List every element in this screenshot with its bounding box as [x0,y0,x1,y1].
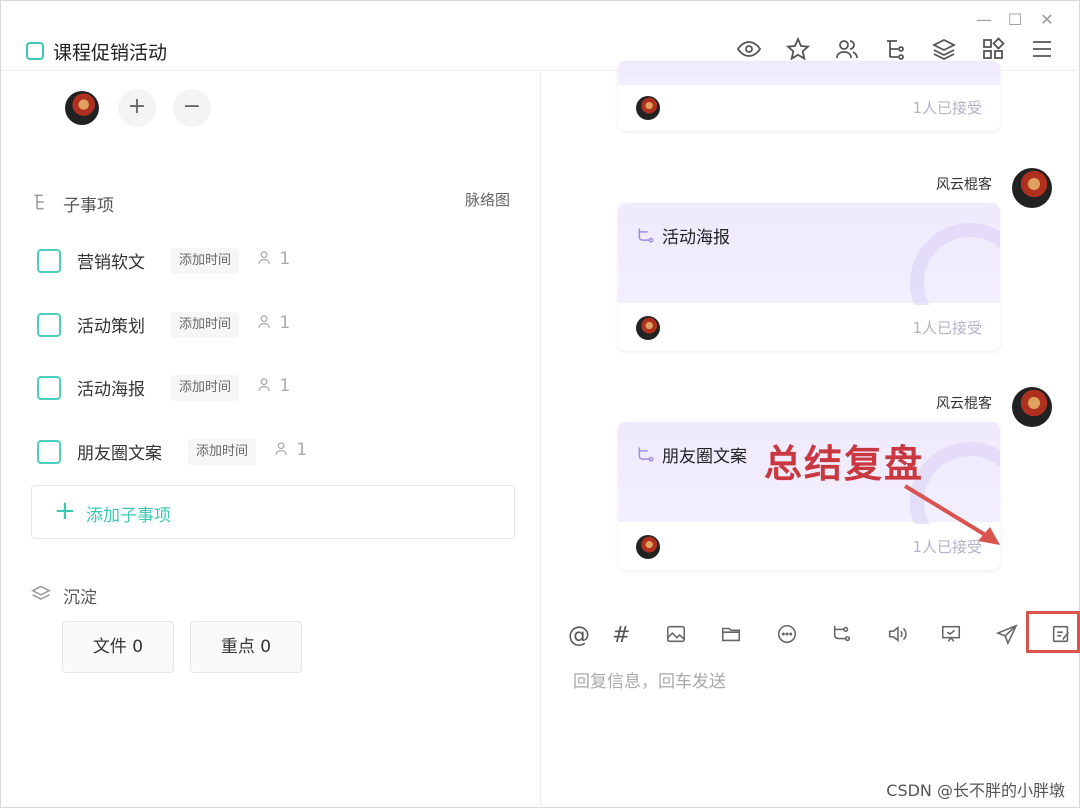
mindmap-link[interactable]: 脉络图 [465,189,510,210]
card-title-text: 朋友圈文案 [662,447,747,467]
card-title: 活动海报 [636,223,730,248]
add-time-button[interactable]: 添加时间 [171,248,240,274]
sender-avatar[interactable] [1012,387,1052,427]
subitem-row[interactable]: 活动海报 添加时间 1 [37,373,337,403]
receiver-avatar [636,316,660,340]
files-button[interactable]: 文件 0 [62,621,174,673]
subtask-icon [638,447,654,462]
subitem-row[interactable]: 朋友圈文案 添加时间 1 [37,437,337,467]
message-sender: 风云棍客 [936,177,992,193]
remove-member-button[interactable]: − [173,89,211,127]
reply-input[interactable]: 回复信息，回车发送 [573,667,726,692]
person-icon [258,378,270,391]
add-subitem-label: 添加子事项 [86,506,171,526]
subitem-member-count[interactable]: 1 [257,313,290,333]
title-checkbox[interactable] [26,42,44,60]
comment-icon[interactable] [776,623,802,649]
member-count: 1 [279,376,291,396]
folder-icon[interactable] [720,623,746,649]
subitem-tree-icon [32,192,52,212]
card-header-bg [618,61,1000,85]
subitem-member-count[interactable]: 1 [257,249,290,269]
subtask-icon [638,228,654,243]
mention-button[interactable]: @ [568,623,594,649]
card-footer: 1人已接受 [618,85,1000,131]
subitem-checkbox[interactable] [37,440,61,464]
voice-icon[interactable] [886,623,912,649]
subitem-label[interactable]: 营销软文 [77,248,145,273]
member-count: 1 [279,249,291,269]
image-icon[interactable] [665,623,691,649]
card-title-text: 活动海报 [662,228,730,248]
add-member-button[interactable]: + [118,89,156,127]
presentation-icon[interactable] [940,623,966,649]
person-icon [275,442,287,455]
card-header-bg [618,203,1000,343]
subitem-member-count[interactable]: 1 [257,376,290,396]
summary-review-highlight [1026,611,1080,653]
menu-icon[interactable] [1030,37,1058,65]
chat-panel: 1人已接受 风云棍客 活动海报 1人已接受 风云棍客 朋友圈文案 1人已接受 总… [542,61,1080,808]
key-points-button[interactable]: 重点 0 [190,621,302,673]
add-time-button[interactable]: 添加时间 [188,439,257,465]
subitem-checkbox[interactable] [37,313,61,337]
task-detail-panel: + − 子事项 脉络图 营销软文 添加时间 1 活动策划 添加时间 1 活动海报… [1,71,541,808]
add-subitem-button[interactable]: + 添加子事项 [31,485,515,539]
member-avatar[interactable] [65,91,99,125]
minimize-button[interactable]: — [973,9,995,31]
annotation-text: 总结复盘 [764,442,925,486]
chat-card[interactable]: 1人已接受 [618,61,1000,131]
subitem-label[interactable]: 朋友圈文案 [77,439,162,464]
deposit-layers-icon [30,584,52,604]
topic-button[interactable]: # [612,623,638,649]
member-count: 1 [296,440,308,460]
member-count: 1 [279,313,291,333]
subitem-row[interactable]: 营销软文 添加时间 1 [37,246,337,276]
accepted-count: 1人已接受 [912,319,982,337]
add-time-button[interactable]: 添加时间 [171,375,240,401]
plus-icon: + [54,496,76,526]
annotation-arrow [903,484,1000,545]
person-icon [258,315,270,328]
page-title: 课程促销活动 [53,42,168,64]
subitem-checkbox[interactable] [37,376,61,400]
card-title: 朋友圈文案 [636,442,747,467]
send-icon[interactable] [995,623,1022,649]
message-sender: 风云棍客 [936,396,992,412]
person-icon [258,251,270,264]
receiver-avatar [636,535,660,559]
close-button[interactable]: ✕ [1036,9,1058,31]
subtask-icon[interactable] [831,623,857,649]
accepted-count: 1人已接受 [912,99,982,117]
subitems-title: 子事项 [63,196,114,216]
maximize-button[interactable]: ☐ [1004,9,1026,31]
add-time-button[interactable]: 添加时间 [171,312,240,338]
subitem-label[interactable]: 活动海报 [77,375,145,400]
receiver-avatar [636,96,660,120]
subitem-row[interactable]: 活动策划 添加时间 1 [37,310,337,340]
chat-card[interactable]: 活动海报 1人已接受 [618,203,1000,351]
deposit-title: 沉淀 [63,588,97,608]
subitem-checkbox[interactable] [37,249,61,273]
sender-avatar[interactable] [1012,168,1052,208]
app-window: 课程促销活动 — ☐ ✕ + − 子事项 脉络图 营销软文 添加时间 1 活动策… [0,0,1080,808]
subitem-label[interactable]: 活动策划 [77,312,145,337]
card-footer: 1人已接受 [618,305,1000,351]
watermark: CSDN @长不胖的小胖墩 [886,781,1065,800]
subitem-member-count[interactable]: 1 [274,440,307,460]
